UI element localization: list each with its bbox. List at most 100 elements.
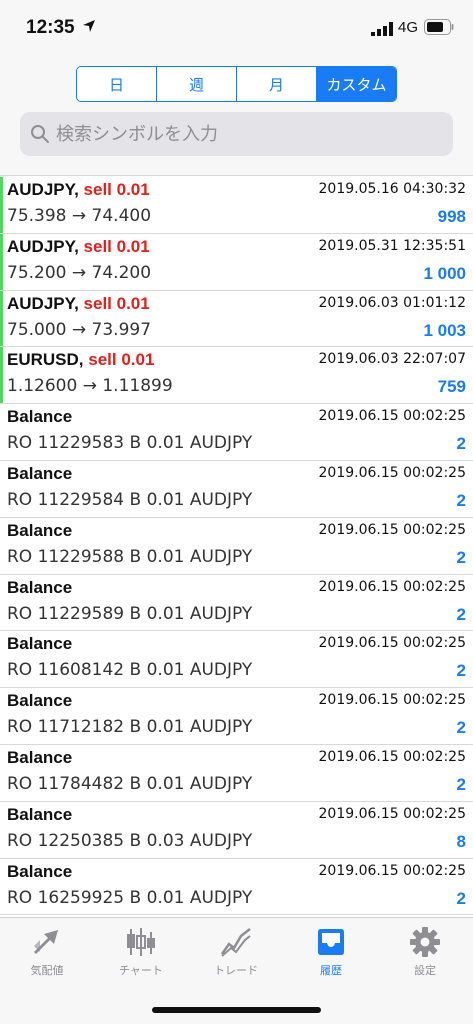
row-comment: RO 11229583 B 0.01 AUDJPY [7, 433, 253, 454]
row-comment: RO 16259925 B 0.01 AUDJPY [7, 887, 253, 908]
row-profit: 1 000 [423, 263, 466, 283]
status-time: 12:35 [26, 17, 75, 38]
tab-trade-label: トレード [214, 964, 258, 977]
row-profit: 2 [456, 774, 466, 794]
period-tab-day[interactable]: 日 [77, 67, 157, 101]
row-price: 75.000 → 73.997 [7, 319, 152, 340]
row-comment: RO 11229584 B 0.01 AUDJPY [7, 489, 253, 510]
row-comment: RO 11229588 B 0.01 AUDJPY [7, 546, 253, 567]
history-row[interactable]: Balance 2019.06.15 00:02:25 RO 11608142 … [0, 631, 473, 689]
row-price: 1.12600 → 1.11899 [7, 376, 173, 397]
row-time: 2019.05.31 12:35:51 [318, 237, 467, 254]
candlestick-chart-icon [127, 928, 155, 956]
row-time: 2019.06.15 00:02:25 [318, 635, 467, 652]
quotes-arrows-icon [34, 930, 58, 954]
tab-history[interactable]: 履歴 [291, 926, 371, 986]
history-row[interactable]: Balance 2019.06.15 00:02:25 RO 11229589 … [0, 574, 473, 632]
row-time: 2019.06.15 00:02:25 [318, 408, 467, 425]
row-profit: 998 [437, 207, 466, 226]
history-row[interactable]: Balance 2019.06.15 00:02:25 RO 11229588 … [0, 517, 473, 575]
history-inbox-icon [318, 929, 344, 955]
period-tab-custom[interactable]: カスタム [317, 67, 396, 101]
row-comment: RO 11784482 B 0.01 AUDJPY [7, 773, 253, 794]
row-deal: sell 0.01 [83, 293, 150, 313]
row-symbol: AUDJPY, sell 0.01 [7, 180, 150, 199]
row-symbol: AUDJPY, sell 0.01 [7, 236, 150, 256]
row-profit: 2 [456, 718, 466, 738]
history-row[interactable]: AUDJPY, sell 0.01 2019.06.03 01:01:12 75… [0, 290, 473, 348]
tab-settings[interactable]: 設定 [385, 926, 465, 986]
home-indicator [152, 1007, 321, 1013]
row-time: 2019.06.03 01:01:12 [318, 294, 467, 311]
row-symbol: Balance [7, 577, 73, 597]
tab-chart-label: チャート [119, 964, 163, 977]
row-comment: RO 12250385 B 0.03 AUDJPY [7, 830, 253, 851]
history-list: AUDJPY, sell 0.01 2019.05.16 04:30:32 75… [0, 177, 473, 917]
row-time: 2019.06.15 00:02:25 [318, 464, 467, 481]
row-time: 2019.06.15 00:02:25 [318, 748, 467, 765]
row-deal: sell 0.01 [83, 180, 150, 199]
row-price: 75.200 → 74.200 [7, 262, 152, 283]
row-profit: 1 003 [423, 320, 466, 340]
history-row[interactable]: Balance 2019.06.15 00:02:25 RO 16259925 … [0, 858, 473, 916]
history-row[interactable]: Balance 2019.06.15 00:02:25 RO 11712182 … [0, 688, 473, 745]
row-deal: sell 0.01 [83, 236, 150, 256]
row-symbol: EURUSD, sell 0.01 [7, 350, 155, 370]
bottom-tab-bar: 気配値 チャート トレード 履歴 設定 [0, 917, 473, 1024]
row-time: 2019.05.16 04:30:32 [318, 181, 467, 197]
search-input[interactable] [56, 112, 446, 156]
row-profit: 2 [456, 490, 466, 510]
row-time: 2019.06.15 00:02:25 [318, 578, 467, 595]
row-symbol: Balance [7, 634, 73, 654]
history-row[interactable]: AUDJPY, sell 0.01 2019.05.31 12:35:51 75… [0, 233, 473, 291]
status-bar: 12:35 4G [0, 0, 473, 56]
gear-icon [410, 927, 440, 957]
tab-settings-label: 設定 [414, 964, 436, 977]
row-price: 75.398 → 74.400 [7, 206, 152, 226]
row-comment: RO 11712182 B 0.01 AUDJPY [7, 717, 253, 738]
row-profit: 8 [456, 831, 466, 851]
row-profit: 2 [456, 888, 466, 908]
row-comment: RO 11229589 B 0.01 AUDJPY [7, 603, 253, 624]
history-row[interactable]: AUDJPY, sell 0.01 2019.05.16 04:30:32 75… [0, 177, 473, 234]
row-symbol: Balance [7, 861, 73, 881]
battery-icon [424, 19, 454, 35]
row-symbol: Balance [7, 804, 73, 824]
row-time: 2019.06.15 00:02:25 [318, 521, 467, 538]
tab-trade[interactable]: トレード [196, 926, 276, 986]
history-row[interactable]: Balance 2019.06.15 00:02:25 RO 11229583 … [0, 404, 473, 461]
row-deal: sell 0.01 [88, 350, 155, 370]
row-time: 2019.06.15 00:02:25 [318, 862, 467, 879]
row-comment: RO 11608142 B 0.01 AUDJPY [7, 660, 253, 681]
history-row[interactable]: Balance 2019.06.15 00:02:25 RO 12250385 … [0, 801, 473, 859]
row-profit: 2 [456, 604, 466, 624]
search-bar[interactable] [20, 112, 453, 156]
row-symbol: Balance [7, 407, 73, 427]
history-row[interactable]: Balance 2019.06.15 00:02:25 RO 11784482 … [0, 744, 473, 802]
period-tab-month[interactable]: 月 [237, 67, 317, 101]
tab-quotes[interactable]: 気配値 [7, 926, 87, 986]
tab-chart[interactable]: チャート [101, 926, 181, 986]
trade-line-icon [220, 928, 251, 957]
row-profit: 759 [437, 377, 466, 397]
cellular-signal-icon [371, 22, 393, 36]
history-row[interactable]: EURUSD, sell 0.01 2019.06.03 22:07:07 1.… [0, 347, 473, 405]
row-time: 2019.06.03 22:07:07 [318, 351, 467, 368]
network-type: 4G [398, 19, 419, 36]
row-time: 2019.06.15 00:02:25 [318, 692, 467, 709]
row-profit: 2 [456, 434, 466, 454]
history-header: 日 週 月 カスタム [0, 56, 473, 176]
row-symbol: Balance [7, 691, 73, 711]
location-arrow-icon [83, 20, 95, 32]
row-profit: 2 [456, 661, 466, 681]
tab-quotes-label: 気配値 [30, 964, 64, 977]
tab-history-label: 履歴 [320, 964, 342, 977]
row-symbol: Balance [7, 463, 73, 483]
search-icon [31, 125, 49, 143]
history-row[interactable]: Balance 2019.06.15 00:02:25 RO 11229584 … [0, 460, 473, 518]
row-symbol: Balance [7, 520, 73, 540]
period-segmented-control: 日 週 月 カスタム [76, 66, 397, 102]
period-tab-week[interactable]: 週 [157, 67, 237, 101]
row-time: 2019.06.15 00:02:25 [318, 805, 467, 822]
row-symbol: AUDJPY, sell 0.01 [7, 293, 150, 313]
